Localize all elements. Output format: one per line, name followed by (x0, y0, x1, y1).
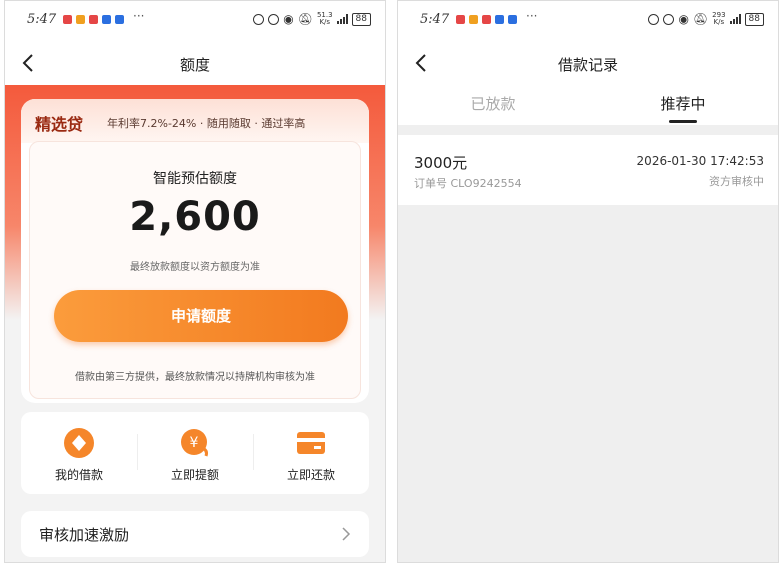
mute-icon: 🔕︎ (692, 12, 709, 26)
nfc-icon (253, 13, 265, 25)
signal-icon (729, 14, 741, 24)
repay-now-button[interactable]: 立即还款 (253, 412, 369, 494)
battery-icon: 88 (744, 12, 764, 26)
quick-actions: 我的借款 ¥ 立即提额 立即还款 (21, 412, 369, 494)
status-time: 5:47 (420, 12, 450, 27)
amount-panel: 智能预估额度 2,600 最终放款额度以资方额度为准 申请额度 借款由第三方提供… (29, 141, 361, 399)
nav-bar: 借款记录 (398, 41, 778, 85)
chevron-right-icon (342, 527, 351, 541)
card-icon (297, 432, 325, 454)
signal-icon (336, 14, 348, 24)
network-speed: 293 K/s (712, 11, 726, 26)
amount-note: 最终放款额度以资方额度为准 (130, 262, 260, 273)
speedup-label: 审核加速激励 (39, 526, 130, 544)
page-title: 额度 (179, 56, 210, 74)
card-header: 精选贷 年利率7.2%-24% · 随用随取 · 通过率高 (21, 99, 369, 143)
yuan-coin-icon: ¥ (181, 429, 208, 457)
tab-disbursed[interactable]: 已放款 (398, 93, 588, 114)
notification-icons (456, 15, 517, 24)
nav-bar: 额度 (5, 41, 385, 85)
review-speedup-row[interactable]: 审核加速激励 (21, 511, 369, 557)
estimated-amount: 2,600 (129, 194, 261, 240)
credit-card-panel: 精选贷 年利率7.2%-24% · 随用随取 · 通过率高 智能预估额度 2,6… (21, 99, 369, 403)
status-right: ◉ 🔕︎ 293 K/s 88 (648, 12, 764, 26)
quick-action-label: 立即提额 (170, 468, 219, 482)
data-saver-icon (268, 13, 280, 25)
mute-icon: 🔕︎ (297, 12, 313, 26)
active-tab-indicator (669, 120, 697, 123)
more-notifications-icon: ··· (133, 9, 145, 23)
loan-record-item[interactable]: 3000元 订单号 CLO9242554 2026-01-30 17:42:53… (398, 135, 778, 205)
record-order-number: 订单号 CLO9242554 (414, 177, 522, 190)
apply-credit-button[interactable]: 申请额度 (54, 290, 348, 342)
notification-icons (63, 15, 124, 24)
left-screen: 5:47 ··· ◉ 🔕︎ 51.3 K/s 88 额度 精选贷 年利率7.2%-… (4, 0, 386, 563)
eye-icon: ◉ (283, 12, 294, 26)
page-title: 借款记录 (557, 56, 618, 74)
record-status: 资方审核中 (709, 175, 764, 188)
quick-action-label: 立即还款 (286, 468, 335, 482)
right-screen: 5:47 ··· ◉ 🔕︎ 293 K/s 88 借款记录 已放款 推荐中 300… (397, 0, 779, 563)
quick-action-label: 我的借款 (54, 468, 103, 482)
amount-label: 智能预估额度 (153, 171, 237, 187)
network-speed: 51.3 K/s (316, 11, 333, 26)
product-tagline: 年利率7.2%-24% · 随用随取 · 通过率高 (107, 117, 306, 130)
my-loans-button[interactable]: 我的借款 (21, 412, 137, 494)
tab-bar: 已放款 推荐中 (398, 85, 778, 125)
status-bar: 5:47 ··· ◉ 🔕︎ 293 K/s 88 (398, 1, 778, 41)
more-notifications-icon: ··· (526, 9, 538, 23)
svg-text:¥: ¥ (190, 435, 199, 451)
product-name: 精选贷 (35, 115, 84, 134)
record-datetime: 2026-01-30 17:42:53 (636, 154, 764, 168)
status-right: ◉ 🔕︎ 51.3 K/s 88 (253, 12, 371, 26)
disclaimer-text: 借款由第三方提供，最终放款情况以持牌机构审核为准 (75, 372, 315, 383)
status-time: 5:47 (27, 12, 57, 27)
tab-recommending[interactable]: 推荐中 (588, 93, 778, 114)
record-amount: 3000元 (414, 154, 468, 172)
status-bar: 5:47 ··· ◉ 🔕︎ 51.3 K/s 88 (5, 1, 385, 41)
battery-icon: 88 (351, 12, 371, 26)
data-saver-icon (663, 13, 675, 25)
raise-limit-button[interactable]: ¥ 立即提额 (137, 412, 253, 494)
diamond-coin-icon (64, 428, 94, 458)
nfc-icon (648, 13, 660, 25)
eye-icon: ◉ (678, 12, 689, 26)
